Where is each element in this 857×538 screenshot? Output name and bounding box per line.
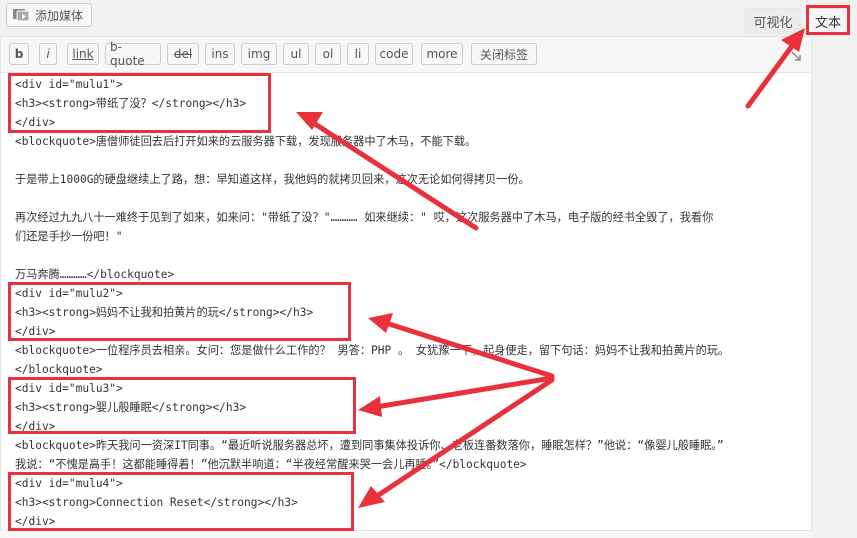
tab-text[interactable]: 文本 — [806, 8, 850, 34]
italic-button[interactable]: i — [39, 43, 57, 65]
editor-line: <h3><strong>带纸了没？</strong></h3> — [15, 97, 247, 110]
tab-visual[interactable]: 可视化 — [745, 8, 801, 34]
editor-line: <h3><strong>Connection Reset</strong></h… — [15, 496, 298, 509]
code-button[interactable]: code — [375, 43, 413, 65]
editor-line: <h3><strong>婴儿般睡眠</strong></h3> — [15, 401, 247, 414]
ins-button[interactable]: ins — [205, 43, 235, 65]
editor-line: <div id="mulu1"> — [15, 78, 123, 91]
editor-line: </div> — [15, 515, 56, 528]
img-button[interactable]: img — [241, 43, 277, 65]
editor-line: 再次经过九九八十一难终于见到了如来，如来问："带纸了没？"………… 如来继续："… — [15, 211, 714, 224]
bold-button[interactable]: b — [9, 43, 29, 65]
add-media-button[interactable]: 添加媒体 — [6, 3, 93, 27]
blockquote-button[interactable]: b-quote — [105, 40, 161, 68]
quicktags-toolbar: b i link b-quote del ins img ul ol li co… — [1, 37, 811, 73]
editor-topbar: 添加媒体 可视化 文本 — [0, 0, 857, 38]
more-button[interactable]: more — [421, 43, 463, 65]
text-editor: b i link b-quote del ins img ul ol li co… — [0, 36, 812, 538]
editor-line: <blockquote>唐僧师徒回去后打开如来的云服务器下载，发现服务器中了木马… — [15, 135, 477, 148]
editor-line: 于是带上1000G的硬盘继续上了路，想：早知道这样，我他妈的就拷贝回来，这次无论… — [15, 173, 530, 186]
editor-line: <div id="mulu4"> — [15, 477, 123, 490]
editor-line: <blockquote>一位程序员去相亲。女问：您是做什么工作的？ 男答：PHP… — [15, 344, 730, 357]
editor-line: 我说：“不愧是高手！这都能睡得着！”他沉默半响道：“半夜经常醒来哭一会儿再睡。”… — [15, 458, 527, 471]
ol-button[interactable]: ol — [315, 43, 341, 65]
link-button[interactable]: link — [67, 43, 99, 65]
del-button[interactable]: del — [167, 43, 199, 65]
editor-line: 万马奔腾…………</blockquote> — [15, 268, 175, 281]
editor-line: </div> — [15, 325, 56, 338]
li-button[interactable]: li — [347, 43, 369, 65]
add-media-label: 添加媒体 — [35, 8, 84, 23]
editor-line: <div id="mulu2"> — [15, 287, 123, 300]
expand-icon[interactable] — [791, 51, 801, 61]
editor-line: </blockquote> — [15, 363, 103, 376]
editor-line: </div> — [15, 420, 56, 433]
editor-line: <div id="mulu3"> — [15, 382, 123, 395]
ul-button[interactable]: ul — [283, 43, 309, 65]
close-tags-button[interactable]: 关闭标签 — [471, 43, 537, 65]
editor-line: 们还是手抄一份吧！" — [15, 230, 123, 243]
editor-line: </div> — [15, 116, 56, 129]
editor-line: <blockquote>昨天我问一资深IT同事。“最近听说服务器总坏，遭到同事集… — [15, 439, 724, 452]
editor-line: <h3><strong>妈妈不让我和拍黄片的玩</strong></h3> — [15, 306, 314, 319]
editor-status-bar — [0, 530, 812, 538]
media-icon — [13, 8, 29, 22]
